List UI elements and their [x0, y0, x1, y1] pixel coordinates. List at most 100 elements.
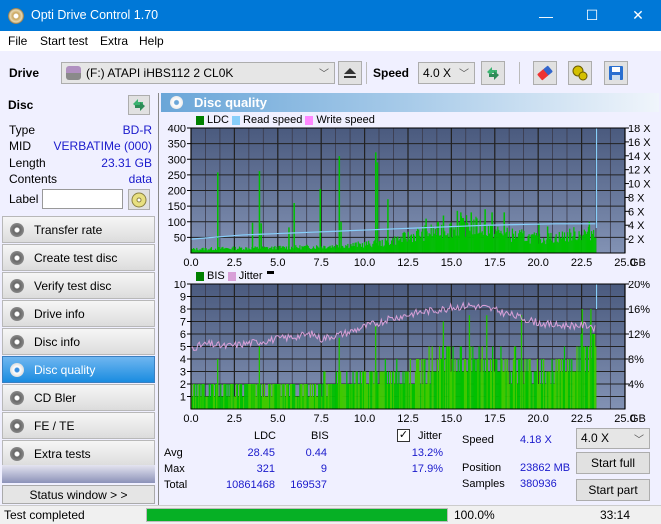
bis-bar: [492, 346, 494, 409]
ldc-bar: [357, 241, 359, 253]
bis-bar: [330, 384, 332, 409]
stats-avg-ldc: 28.45: [247, 447, 275, 459]
ldc-bar: [498, 229, 500, 253]
bis-bar: [507, 371, 509, 409]
ldc-bar: [346, 246, 348, 253]
ldc-bar: [406, 241, 408, 253]
ldc-bar: [355, 242, 357, 253]
ldc-bar: [480, 232, 482, 253]
bis-bar: [304, 384, 306, 409]
bis-bar: [477, 359, 479, 409]
y-tick-label: 6: [180, 329, 186, 341]
x-unit-label: GB: [630, 413, 646, 425]
nav-cd-bler[interactable]: CD Bler: [2, 384, 155, 411]
nav-create-test-disc[interactable]: Create test disc: [2, 244, 155, 271]
ldc-bar: [223, 248, 225, 253]
speed-select[interactable]: 4.0 X ﹀: [418, 62, 475, 84]
ldc-bar: [571, 240, 573, 253]
ldc-bar: [301, 246, 303, 253]
ldc-bar: [526, 240, 528, 253]
bis-bar: [555, 359, 557, 409]
ldc-bar: [559, 237, 561, 253]
ldc-bar: [508, 231, 510, 253]
nav-verify-test-disc[interactable]: Verify test disc: [2, 272, 155, 299]
bis-bar: [297, 396, 299, 409]
disc-label-input[interactable]: [42, 189, 123, 209]
bis-spike: [486, 315, 488, 409]
disc-test-icon: [10, 278, 24, 293]
bis-bar: [381, 371, 383, 409]
refresh-button[interactable]: [481, 61, 505, 85]
status-window-button[interactable]: Status window > >: [2, 485, 155, 504]
menu-start-test[interactable]: Start test: [40, 34, 88, 48]
bis-bar: [452, 346, 454, 409]
bis-bar: [464, 359, 467, 409]
disc-refresh-button[interactable]: [128, 95, 150, 115]
nav-drive-info[interactable]: Drive info: [2, 300, 155, 327]
x-tick-label: 12.5: [397, 257, 418, 269]
ldc-bar: [584, 231, 586, 253]
ldc-bar: [250, 249, 252, 253]
settings-button[interactable]: [568, 61, 592, 85]
ldc-bar: [270, 247, 272, 253]
bis-bar: [519, 359, 521, 409]
bis-bar: [238, 384, 241, 409]
x-tick-label: 2.5: [227, 257, 242, 269]
eject-button[interactable]: [338, 61, 362, 85]
position-value: 23862 MB: [520, 462, 571, 474]
save-button[interactable]: [604, 61, 628, 85]
ldc-bar: [531, 234, 533, 253]
test-speed-select[interactable]: 4.0 X ﹀: [576, 428, 650, 449]
start-part-button[interactable]: Start part: [576, 479, 650, 501]
stats-col-ldc: LDC: [254, 430, 277, 442]
bis-bar: [220, 384, 222, 409]
ldc-bar: [308, 248, 310, 253]
bis-bar: [252, 384, 254, 409]
bis-bar: [296, 396, 298, 409]
ldc-bar: [568, 241, 570, 253]
ldc-bar: [358, 243, 360, 253]
bis-bar: [552, 371, 554, 409]
nav-fe-te[interactable]: FE / TE: [2, 412, 155, 439]
bis-bar: [199, 384, 201, 409]
start-full-button[interactable]: Start full: [576, 452, 650, 474]
ldc-bar: [348, 248, 350, 253]
bis-bar: [285, 384, 288, 409]
ldc-bar: [429, 234, 431, 253]
chevron-down-icon: ﹀: [319, 69, 329, 80]
ldc-bar: [384, 238, 386, 253]
ldc-bar: [582, 234, 584, 253]
ldc-bar: [440, 224, 443, 253]
disc-label-button[interactable]: [128, 189, 150, 210]
jitter-checkbox[interactable]: ✓: [397, 429, 410, 442]
ldc-bar: [561, 231, 564, 253]
panel-title: Disc quality: [194, 95, 267, 110]
close-button[interactable]: ✕: [615, 0, 661, 31]
ldc-bar: [381, 239, 383, 253]
nav-label: Verify test disc: [34, 278, 112, 293]
ldc-bar: [407, 231, 409, 253]
bis-bar: [512, 359, 515, 409]
bis-bar: [418, 359, 420, 409]
bis-bar: [294, 384, 296, 409]
stats-avg-label: Avg: [164, 447, 183, 459]
nav-disc-info[interactable]: Disc info: [2, 328, 155, 355]
nav-transfer-rate[interactable]: Transfer rate: [2, 216, 155, 243]
minimize-button[interactable]: —: [523, 0, 569, 31]
ldc-bar: [496, 231, 498, 253]
bis-bar: [542, 384, 544, 409]
drive-select[interactable]: (F:) ATAPI iHBS112 2 CL0K ﹀: [61, 62, 335, 84]
bis-bar: [305, 384, 307, 409]
ldc-bar: [262, 248, 265, 253]
erase-button[interactable]: [533, 61, 557, 85]
ldc-bar: [486, 236, 489, 253]
nav-extra-tests[interactable]: Extra tests: [2, 440, 155, 467]
stats-max-label: Max: [164, 463, 185, 475]
menu-file[interactable]: File: [8, 34, 27, 48]
menu-help[interactable]: Help: [139, 34, 164, 48]
bis-bar: [407, 371, 409, 409]
ldc-bar: [390, 240, 393, 253]
menu-extra[interactable]: Extra: [100, 34, 128, 48]
maximize-button[interactable]: ☐: [569, 0, 615, 31]
nav-disc-quality[interactable]: Disc quality: [2, 356, 155, 383]
